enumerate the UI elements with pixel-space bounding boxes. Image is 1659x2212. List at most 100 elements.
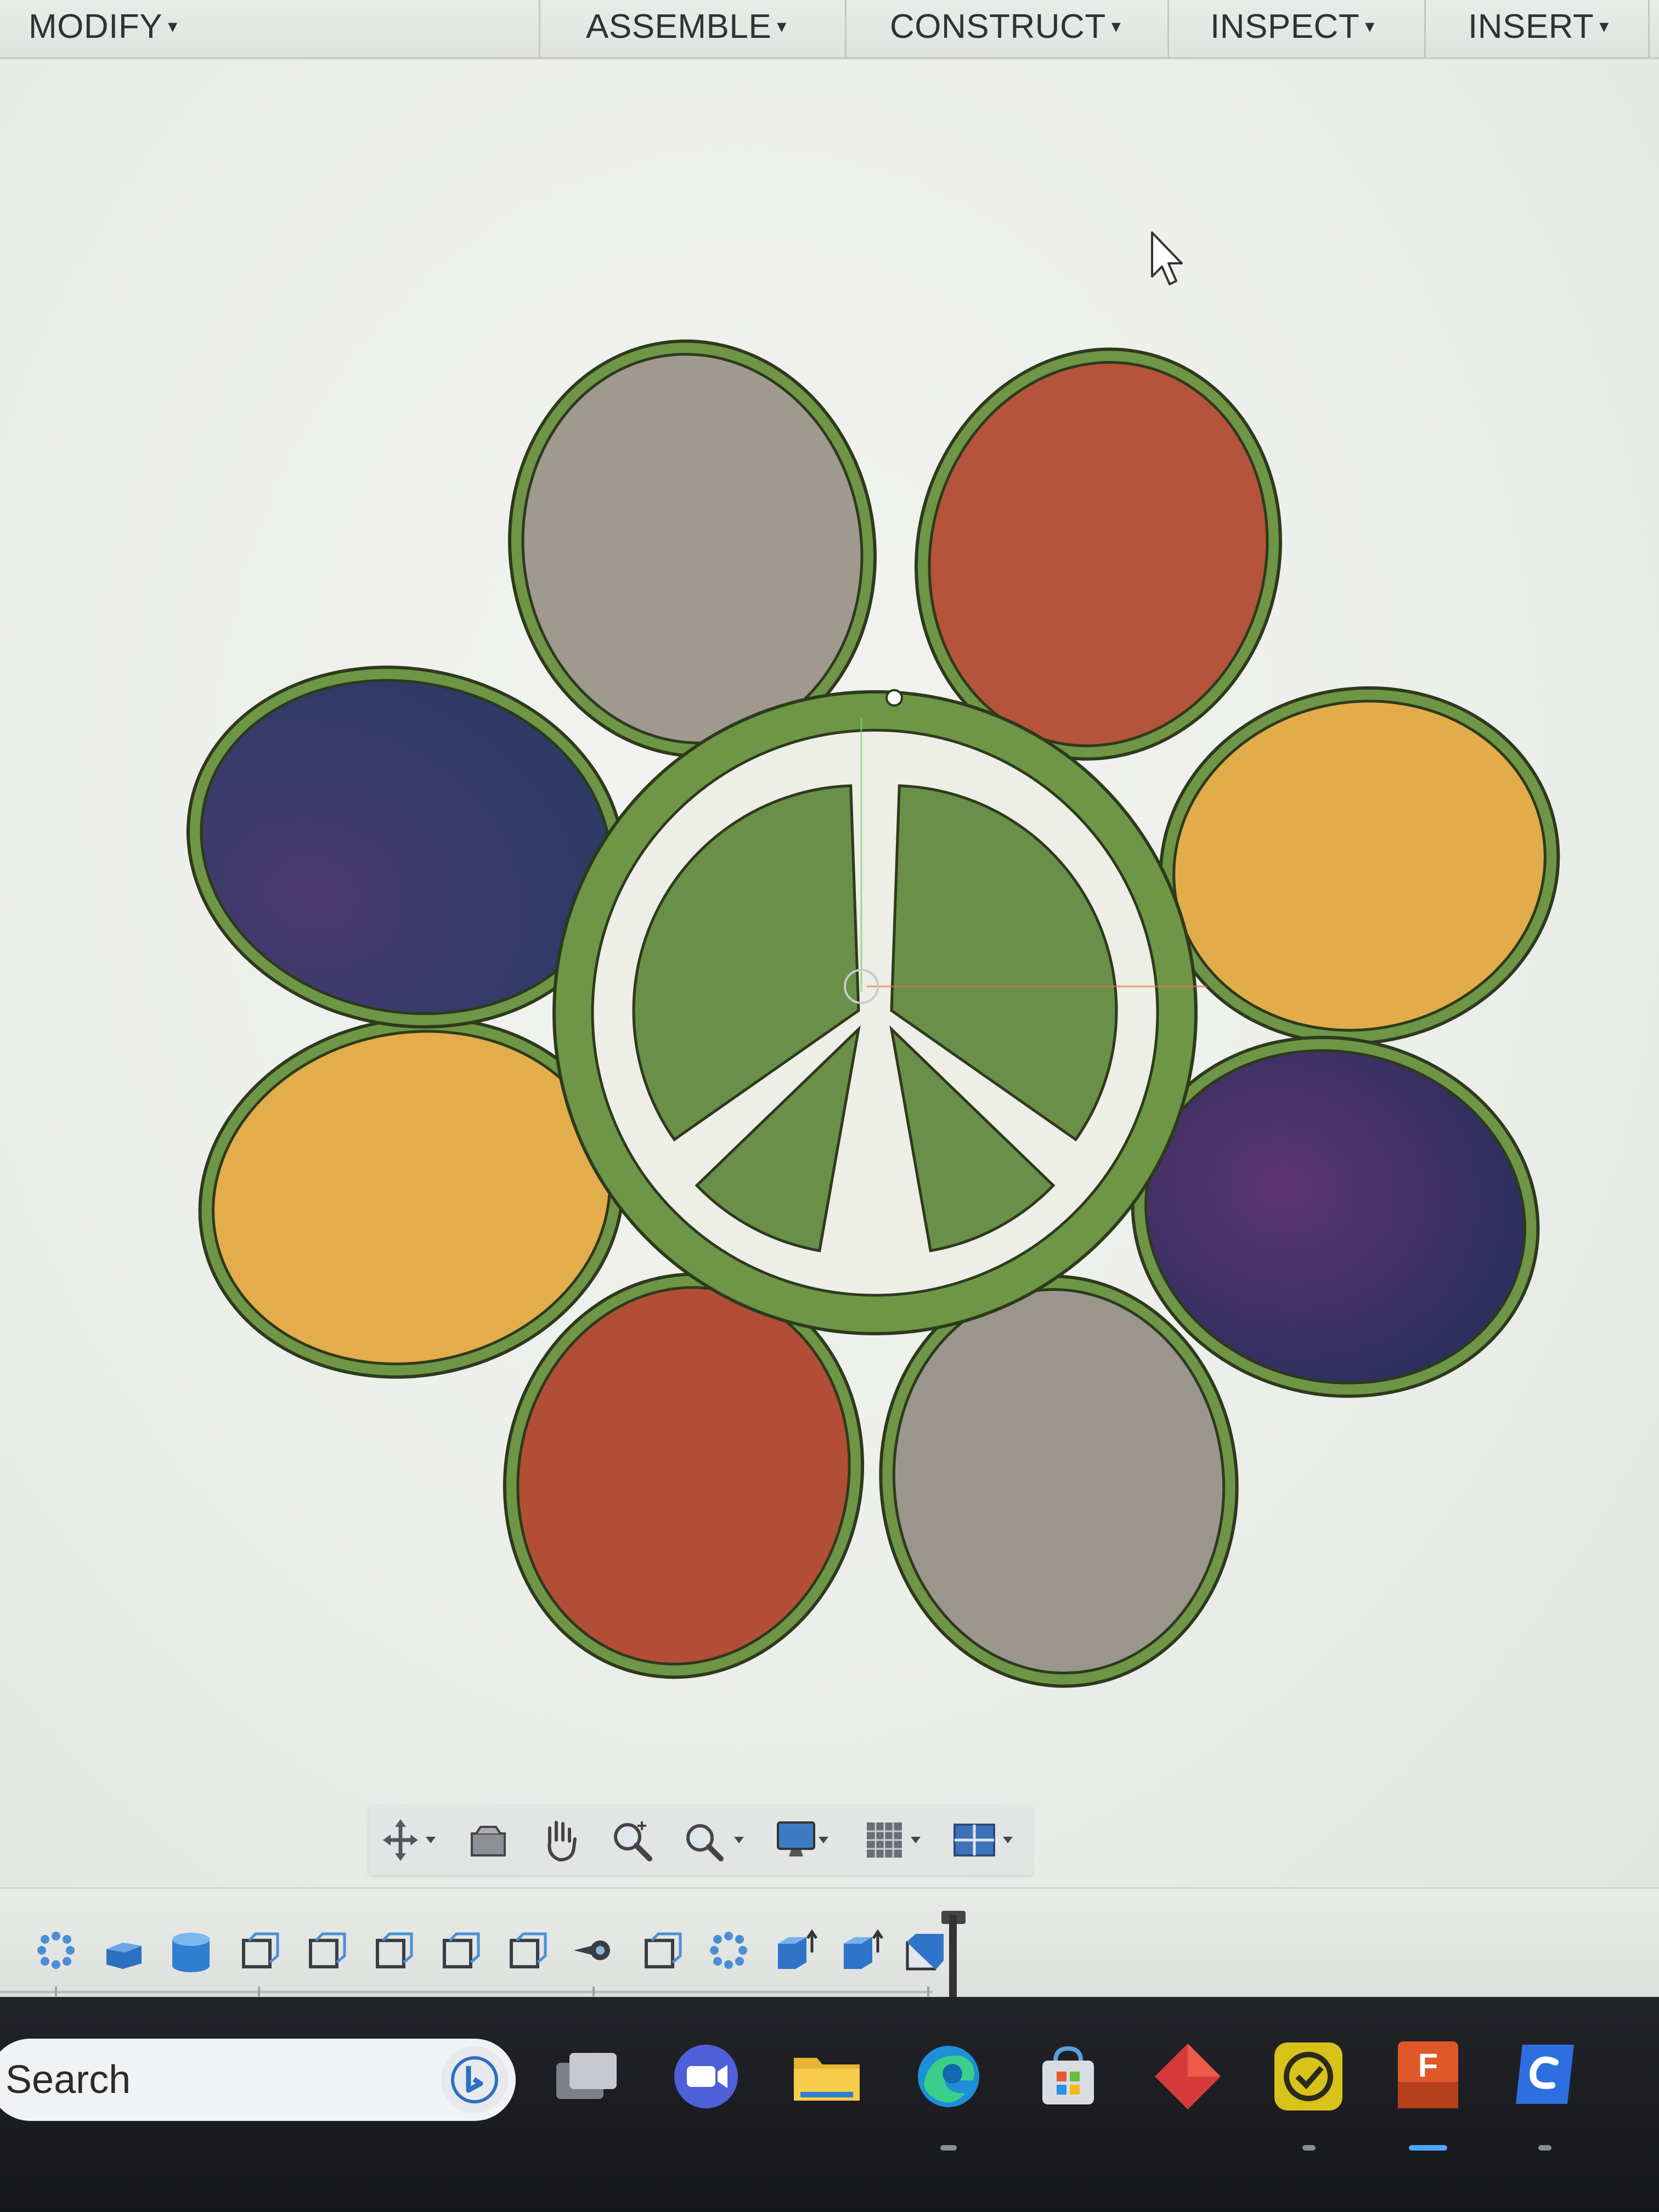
offset-plane-icon [510, 1932, 547, 1968]
task-view-icon [556, 2053, 617, 2099]
task-app-indicator [1302, 2145, 1316, 2151]
taskbar-search-box[interactable]: Search [0, 2039, 516, 2121]
timeline-feature-joint[interactable] [571, 1927, 617, 1973]
menu-divider [539, 0, 540, 57]
chevron-down-icon: ▾ [1365, 16, 1375, 37]
pan-button[interactable] [539, 1817, 583, 1863]
timeline-feature-offset-plane[interactable] [639, 1927, 685, 1973]
look-at-icon [471, 1826, 506, 1857]
viewports-button[interactable] [950, 1817, 1022, 1863]
display-settings-button[interactable] [775, 1817, 835, 1863]
search-label: Search [5, 2058, 131, 2102]
file-explorer-button[interactable] [786, 2035, 868, 2118]
chevron-down-icon: ▾ [168, 16, 178, 37]
c-app-button[interactable] [1503, 2035, 1585, 2151]
edge-icon [918, 2046, 979, 2107]
timeline-feature-pattern[interactable] [706, 1927, 752, 1973]
store-icon [1042, 2046, 1094, 2104]
timeline-feature-cylinder[interactable] [168, 1927, 214, 1973]
red-diamond-app-button[interactable] [1147, 2035, 1229, 2118]
arrow-cursor-icon [1151, 232, 1183, 285]
look-at-button[interactable] [467, 1817, 509, 1863]
zoom-icon [614, 1821, 652, 1861]
extrude-icon [778, 1929, 818, 1969]
menu-modify-label: MODIFY [29, 7, 163, 46]
offset-plane-icon [309, 1932, 346, 1968]
combine-icon [106, 1943, 142, 1969]
c-app-icon [1516, 2045, 1574, 2104]
timeline-feature-offset-plane[interactable] [236, 1927, 282, 1973]
flower-design[interactable] [0, 59, 1659, 1887]
offset-plane-icon [645, 1932, 682, 1968]
pattern-icon [710, 1932, 747, 1969]
joint-icon [574, 1940, 610, 1960]
petal-upper-right[interactable] [1143, 667, 1576, 1064]
offset-plane-icon [443, 1932, 480, 1968]
fusion-badge-letter: F [1418, 2047, 1438, 2084]
menu-divider [845, 0, 847, 57]
menu-construct-label: CONSTRUCT [890, 7, 1106, 46]
meet-camera-icon [674, 2045, 738, 2108]
offset-plane-icon [376, 1932, 413, 1968]
menu-construct[interactable]: CONSTRUCT ▾ [890, 0, 1121, 53]
bing-button[interactable] [441, 2046, 508, 2113]
orbit-icon [383, 1819, 436, 1861]
pattern-icon [37, 1932, 75, 1969]
timeline-track [0, 1991, 933, 1993]
navigation-bar [369, 1805, 1032, 1875]
cylinder-icon [172, 1933, 210, 1972]
timeline-feature-offset-plane[interactable] [370, 1927, 416, 1973]
edge-running-indicator [940, 2145, 957, 2151]
menu-insert-label: INSERT [1468, 7, 1594, 46]
edge-button[interactable] [907, 2035, 990, 2151]
timeline-feature-extrude[interactable] [772, 1927, 819, 1973]
pan-icon [548, 1821, 577, 1862]
menu-assemble-label: ASSEMBLE [586, 7, 772, 46]
task-view-button[interactable] [545, 2035, 628, 2118]
fit-icon [686, 1824, 744, 1861]
fit-button[interactable] [681, 1817, 747, 1863]
timeline-tick [55, 1987, 57, 1996]
viewports-icon [953, 1824, 1013, 1857]
windows-taskbar: Search F [0, 1997, 1659, 2212]
timeline-feature-extrude[interactable] [838, 1927, 884, 1973]
zoom-button[interactable] [610, 1817, 654, 1863]
menu-insert[interactable]: INSERT ▾ [1468, 0, 1609, 53]
menu-inspect-label: INSPECT [1210, 7, 1360, 46]
task-check-app-icon [1274, 2042, 1342, 2111]
timeline-feature-offset-plane[interactable] [303, 1927, 349, 1973]
bing-icon [451, 2056, 498, 2103]
c-app-indicator [1538, 2145, 1551, 2151]
file-explorer-icon [794, 2058, 860, 2101]
menu-bar: MODIFY ▾ ASSEMBLE ▾ CONSTRUCT ▾ INSPECT ▾ IN… [0, 0, 1659, 59]
menu-assemble[interactable]: ASSEMBLE ▾ [586, 0, 787, 53]
task-check-app-button[interactable] [1267, 2035, 1350, 2151]
timeline-feature-extrude[interactable] [903, 1927, 949, 1973]
meet-app-button[interactable] [665, 2035, 747, 2118]
hang-hole[interactable] [885, 689, 903, 707]
menu-inspect[interactable]: INSPECT ▾ [1210, 0, 1375, 53]
timeline-tick [927, 1987, 929, 1996]
menu-divider [1648, 0, 1650, 57]
menu-divider [1167, 0, 1169, 57]
grid-settings-icon [867, 1822, 921, 1858]
chevron-down-icon: ▾ [1111, 16, 1121, 37]
orbit-button[interactable] [379, 1817, 439, 1863]
extrude-icon [844, 1929, 884, 1969]
fusion-360-icon: F [1398, 2041, 1458, 2108]
timeline-tick [258, 1987, 260, 1996]
chevron-down-icon: ▾ [1599, 16, 1609, 37]
timeline-feature-offset-plane[interactable] [437, 1927, 483, 1973]
timeline-tick [592, 1987, 595, 1996]
store-button[interactable] [1027, 2035, 1109, 2118]
offset-plane-icon [242, 1932, 279, 1968]
timeline-feature-combine[interactable] [101, 1927, 147, 1973]
timeline-marker[interactable] [949, 1915, 957, 1997]
timeline-feature-pattern[interactable] [33, 1927, 79, 1973]
menu-modify[interactable]: MODIFY ▾ [29, 0, 178, 53]
grid-settings-button[interactable] [862, 1817, 928, 1863]
timeline-feature-offset-plane[interactable] [504, 1927, 550, 1973]
fusion-360-button[interactable]: F [1387, 2035, 1469, 2151]
fusion-active-indicator [1409, 2145, 1447, 2151]
extrude-icon [906, 1934, 944, 1971]
